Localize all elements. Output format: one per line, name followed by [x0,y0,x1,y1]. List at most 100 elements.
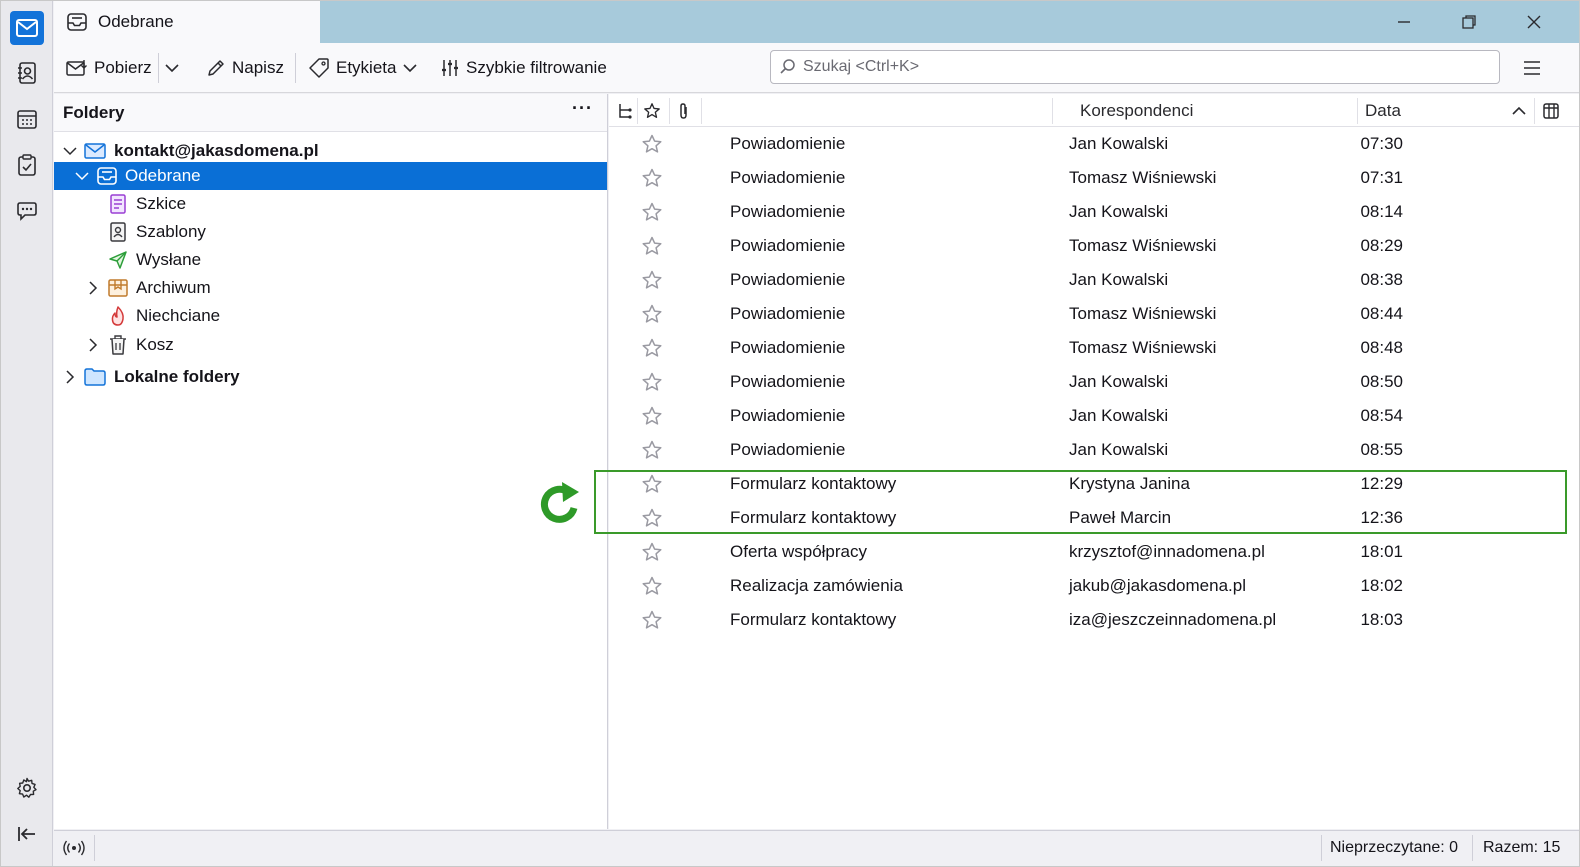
message-subject: Powiadomienie [730,270,846,289]
quick-filter-label: Szybkie filtrowanie [466,58,607,77]
star-icon[interactable] [641,474,663,494]
star-icon[interactable] [641,134,663,154]
minimize-button[interactable] [1374,1,1434,43]
chat-space-button[interactable] [10,195,44,229]
correspondents-column-header[interactable]: Korespondenci [1080,94,1193,127]
folder-row-local-folders[interactable]: Lokalne foldery [54,363,607,391]
message-date: 18:01 [1360,542,1403,561]
close-button[interactable] [1504,1,1564,43]
search-input[interactable] [803,58,1443,76]
star-icon[interactable] [641,168,663,188]
drafts-icon [107,193,129,215]
message-row[interactable]: Powiadomienie Jan Kowalski 08:38 [609,263,1579,297]
star-icon[interactable] [641,406,663,426]
collapse-spaces-button[interactable] [10,817,44,851]
folder-label: Kosz [136,335,174,354]
folder-row-sent[interactable]: Wysłane [54,246,607,274]
online-status[interactable] [62,831,86,865]
message-correspondent: Tomasz Wiśniewski [1069,304,1217,323]
mail-space-button[interactable] [10,11,44,45]
message-row[interactable]: Powiadomienie Tomasz Wiśniewski 08:29 [609,229,1579,263]
message-row[interactable]: Powiadomienie Tomasz Wiśniewski 08:44 [609,297,1579,331]
message-row[interactable]: Powiadomienie Jan Kowalski 07:30 [609,127,1579,161]
star-icon[interactable] [641,610,663,630]
folder-row-drafts[interactable]: Szkice [54,190,607,218]
app-menu-button[interactable] [1522,52,1548,84]
star-icon[interactable] [641,440,663,460]
folder-pane-title: Foldery [63,102,125,122]
star-icon[interactable] [641,338,663,358]
address-book-icon [18,62,36,84]
message-row[interactable]: Oferta współpracy krzysztof@innadomena.pl… [609,535,1579,569]
message-subject: Powiadomienie [730,440,846,459]
thread-column-header[interactable] [617,94,633,127]
star-icon[interactable] [641,236,663,256]
quick-filter-button[interactable]: Szybkie filtrowanie [440,52,607,84]
chevron-right-icon[interactable] [85,280,101,296]
tab-title: Odebrane [98,12,174,31]
star-icon[interactable] [641,372,663,392]
message-row[interactable]: Powiadomienie Jan Kowalski 08:55 [609,433,1579,467]
folder-row-trash[interactable]: Kosz [54,331,607,359]
message-date: 08:29 [1360,236,1403,255]
star-icon[interactable] [641,542,663,562]
folder-row-templates[interactable]: Szablony [54,218,607,246]
collapse-left-icon [18,827,35,841]
filter-sliders-icon [442,60,458,76]
star-column-header[interactable] [643,94,661,127]
tasks-space-button[interactable] [10,148,44,182]
message-subject: Formularz kontaktowy [730,474,897,493]
message-row[interactable]: Formularz kontaktowy Krystyna Janina 12:29 [609,467,1579,501]
hamburger-menu-icon [1524,61,1540,75]
folder-row-account[interactable]: kontakt@jakasdomena.pl [54,137,607,165]
folder-row-inbox[interactable]: Odebrane [54,162,607,190]
chevron-right-icon[interactable] [62,369,78,385]
message-row[interactable]: Powiadomienie Jan Kowalski 08:54 [609,399,1579,433]
get-messages-button[interactable]: Pobierz [66,52,152,84]
settings-button[interactable] [10,771,44,805]
message-row[interactable]: Powiadomienie Jan Kowalski 08:14 [609,195,1579,229]
message-correspondent: Jan Kowalski [1069,202,1169,221]
tag-button[interactable]: Etykieta [308,52,418,84]
inbox-icon [96,165,118,187]
column-picker-button[interactable] [1542,94,1560,127]
search-box[interactable] [770,50,1500,84]
calendar-space-button[interactable] [10,102,44,136]
restore-icon [1462,15,1476,29]
chevron-right-icon[interactable] [85,337,101,353]
write-button[interactable]: Napisz [206,52,284,84]
chevron-down-icon[interactable] [74,168,90,184]
message-row[interactable]: Powiadomienie Tomasz Wiśniewski 07:31 [609,161,1579,195]
folder-pane-menu-button[interactable]: ··· [572,98,593,119]
message-row[interactable]: Formularz kontaktowy Paweł Marcin 12:36 [609,501,1579,535]
restore-button[interactable] [1439,1,1499,43]
attachment-column-header[interactable] [677,94,691,127]
message-correspondent: krzysztof@innadomena.pl [1069,542,1265,561]
unread-count: Nieprzeczytane: 0 [1330,839,1459,856]
address-book-space-button[interactable] [10,56,44,90]
tab-inbox[interactable]: Odebrane [54,1,320,43]
message-correspondent: Jan Kowalski [1069,440,1169,459]
star-icon[interactable] [641,508,663,528]
account-label: kontakt@jakasdomena.pl [114,141,319,160]
star-icon[interactable] [641,304,663,324]
get-messages-dropdown[interactable] [164,52,186,84]
date-column-header[interactable]: Data [1365,94,1401,127]
star-icon[interactable] [641,270,663,290]
message-subject: Powiadomienie [730,236,846,255]
message-row[interactable]: Powiadomienie Tomasz Wiśniewski 08:48 [609,331,1579,365]
message-correspondent: jakub@jakasdomena.pl [1069,576,1246,595]
chevron-down-icon[interactable] [62,143,78,159]
templates-icon [107,221,129,243]
close-icon [1527,15,1541,29]
star-icon[interactable] [641,576,663,596]
message-row[interactable]: Formularz kontaktowy iza@jeszczeinnadomen… [609,603,1579,637]
message-row[interactable]: Powiadomienie Jan Kowalski 08:50 [609,365,1579,399]
star-icon[interactable] [641,202,663,222]
folder-row-junk[interactable]: Niechciane [54,302,607,330]
message-subject: Powiadomienie [730,338,846,357]
folder-row-archive[interactable]: Archiwum [54,274,607,302]
message-row[interactable]: Realizacja zamówienia jakub@jakasdomena.p… [609,569,1579,603]
sort-ascending-indicator[interactable] [1511,94,1527,127]
message-subject: Powiadomienie [730,304,846,323]
